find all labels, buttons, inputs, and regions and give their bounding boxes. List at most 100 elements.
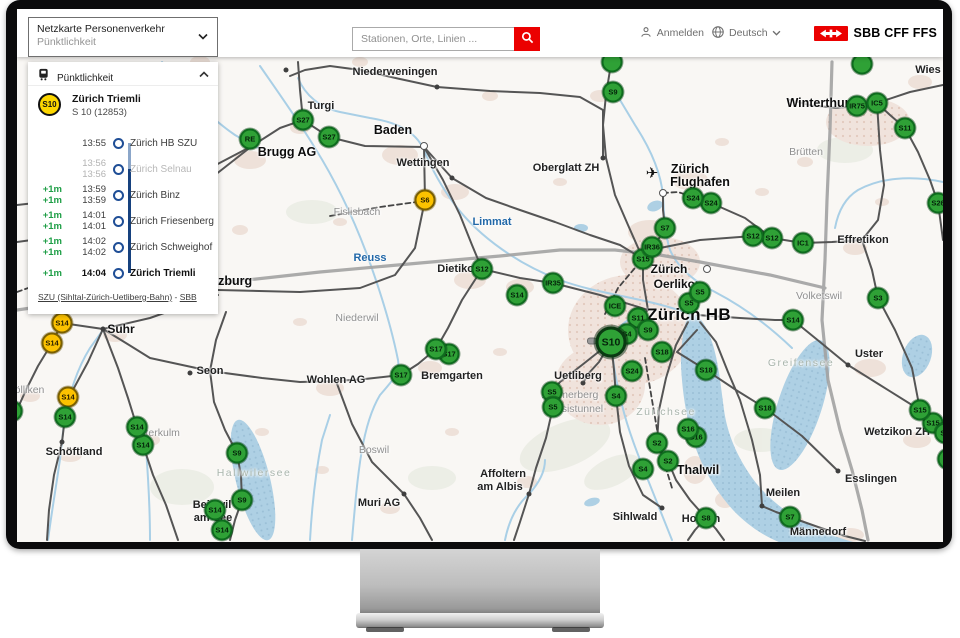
search-button[interactable] — [514, 27, 540, 51]
line-badge-s9[interactable]: S9 — [638, 320, 659, 341]
timeline-node — [106, 190, 130, 201]
operator-link[interactable]: SZU (Sihltal-Zürich-Uetliberg-Bahn) — [38, 292, 172, 302]
map-label: Uetliberg — [554, 370, 602, 382]
line-badge-s12[interactable]: S12 — [743, 226, 764, 247]
line-badge-s24[interactable]: S24 — [683, 188, 704, 209]
map-label: Zürich — [671, 162, 709, 176]
line-badge-s5[interactable]: S5 — [690, 282, 711, 303]
panel-header[interactable]: Pünktlichkeit — [28, 62, 218, 86]
stop-node-circle — [113, 268, 124, 279]
map-label: Wettingen — [397, 157, 450, 169]
line-badge-s4[interactable]: S4 — [606, 386, 627, 407]
sbb-link[interactable]: SBB — [180, 292, 197, 302]
line-badge-s9[interactable]: S9 — [227, 443, 248, 464]
login-button[interactable]: Anmelden — [639, 25, 704, 42]
stop-row: +1m14:04Zürich Triemli — [28, 260, 218, 286]
train-line-number: S 10 (12853) — [72, 107, 127, 118]
line-badge-s17[interactable]: S17 — [426, 339, 447, 360]
train-line-badge: S10 — [38, 93, 61, 116]
station-marker-open — [420, 142, 428, 150]
map-label: Niederweningen — [353, 66, 438, 78]
line-badge-s16[interactable]: S16 — [678, 419, 699, 440]
stop-name: Zürich Triemli — [130, 268, 196, 279]
map-label: Winterthur — [786, 96, 849, 110]
stop-time: 13:55 — [66, 138, 106, 149]
station-marker — [846, 363, 851, 368]
line-badge-s4[interactable]: S4 — [633, 459, 654, 480]
line-badge-s24[interactable]: S24 — [701, 193, 722, 214]
line-badge-s18[interactable]: S18 — [696, 360, 717, 381]
stop-row: 13:5613:56Zürich Selnau — [28, 156, 218, 182]
language-selector[interactable]: Deutsch — [711, 25, 781, 42]
map-label: Effretikon — [837, 234, 888, 246]
punctuality-panel: Pünktlichkeit S10 Zürich Triemli S 10 (1… — [28, 62, 218, 314]
line-badge-s12[interactable]: S12 — [472, 259, 493, 280]
line-badge-ir75[interactable]: IR75 — [847, 96, 868, 117]
line-badge-s14[interactable]: S14 — [55, 407, 76, 428]
chevron-up-icon[interactable] — [199, 71, 209, 78]
line-badge-s14[interactable]: S14 — [507, 285, 528, 306]
map-label: Wetzikon ZH — [864, 426, 930, 438]
line-badge-ic1[interactable]: IC1 — [793, 233, 814, 254]
search-input[interactable] — [352, 27, 514, 51]
stop-time: 13:5913:59 — [66, 184, 106, 206]
timeline-node — [106, 268, 130, 279]
line-badge-s11[interactable]: S11 — [895, 118, 916, 139]
stop-time: 14:04 — [66, 268, 106, 279]
line-badge-s14[interactable]: S14 — [58, 387, 79, 408]
line-badge-s7[interactable]: S7 — [780, 507, 801, 528]
line-badge-s14[interactable]: S14 — [127, 417, 148, 438]
line-badge-s12[interactable]: S12 — [762, 228, 783, 249]
line-badge-s5[interactable]: S5 — [543, 397, 564, 418]
stop-node-circle — [113, 164, 124, 175]
line-badge-s14[interactable]: S14 — [42, 333, 63, 354]
line-badge-s14[interactable]: S14 — [205, 500, 226, 521]
line-badge-s7[interactable]: S7 — [655, 218, 676, 239]
line-badge-s9[interactable]: S9 — [603, 82, 624, 103]
map-label: Baden — [374, 123, 412, 137]
line-badge-s26[interactable]: S26 — [928, 193, 944, 214]
line-badge-s6[interactable]: S6 — [415, 190, 436, 211]
brand-text: SBB CFF FFS — [854, 26, 937, 40]
line-badge-s27[interactable]: S27 — [293, 110, 314, 131]
stop-name: Zürich Binz — [130, 190, 180, 201]
line-badge-s18[interactable]: S18 — [652, 342, 673, 363]
line-badge-s9[interactable]: S9 — [232, 490, 253, 511]
line-badge-s14[interactable]: S14 — [52, 313, 73, 334]
line-badge-s10[interactable]: S10 — [596, 327, 627, 358]
line-badge-ice[interactable]: ICE — [605, 296, 626, 317]
map-label: Zürich — [651, 262, 688, 276]
line-badge-ic5[interactable]: IC5 — [867, 93, 888, 114]
user-icon — [639, 25, 653, 42]
stop-time: 14:0114:01 — [66, 210, 106, 232]
map-label: Limmat — [472, 216, 511, 228]
footer-separator: - — [172, 292, 180, 302]
map-label: Bremgarten — [421, 370, 483, 382]
line-badge-s14[interactable]: S14 — [783, 310, 804, 331]
sbb-logo[interactable]: SBB CFF FFS — [814, 26, 937, 41]
stop-node-circle — [113, 216, 124, 227]
line-badge-s15[interactable]: S15 — [910, 400, 931, 421]
monitor-foot — [366, 627, 404, 632]
line-badge-re[interactable]: RE — [240, 129, 261, 150]
map-label: Oberglatt ZH — [533, 162, 600, 174]
line-badge-s24[interactable]: S24 — [622, 361, 643, 382]
login-label: Anmelden — [657, 27, 704, 39]
line-badge-s27[interactable]: S27 — [319, 127, 340, 148]
layer-select-title: Netzkarte Personenverkehr — [37, 23, 209, 36]
line-badge-s3[interactable]: S3 — [868, 288, 889, 309]
line-badge-s17[interactable]: S17 — [391, 365, 412, 386]
line-badge-s14[interactable]: S14 — [212, 520, 233, 541]
panel-title: Pünktlichkeit — [57, 73, 113, 84]
stop-delay: +1m+1m — [28, 210, 62, 232]
line-badge-s18[interactable]: S18 — [755, 398, 776, 419]
stop-name: Zürich HB SZU — [130, 138, 197, 149]
line-badge-ir36[interactable]: IR36 — [642, 237, 663, 258]
line-badge-s2[interactable]: S2 — [658, 451, 679, 472]
line-badge-s14[interactable]: S14 — [133, 435, 154, 456]
monitor-foot — [552, 627, 590, 632]
map-label: Sihlwald — [613, 511, 658, 523]
layer-select-dropdown[interactable]: Netzkarte Personenverkehr Pünktlichkeit — [28, 17, 218, 57]
line-badge-s8[interactable]: S8 — [696, 508, 717, 529]
line-badge-ir35[interactable]: IR35 — [543, 273, 564, 294]
